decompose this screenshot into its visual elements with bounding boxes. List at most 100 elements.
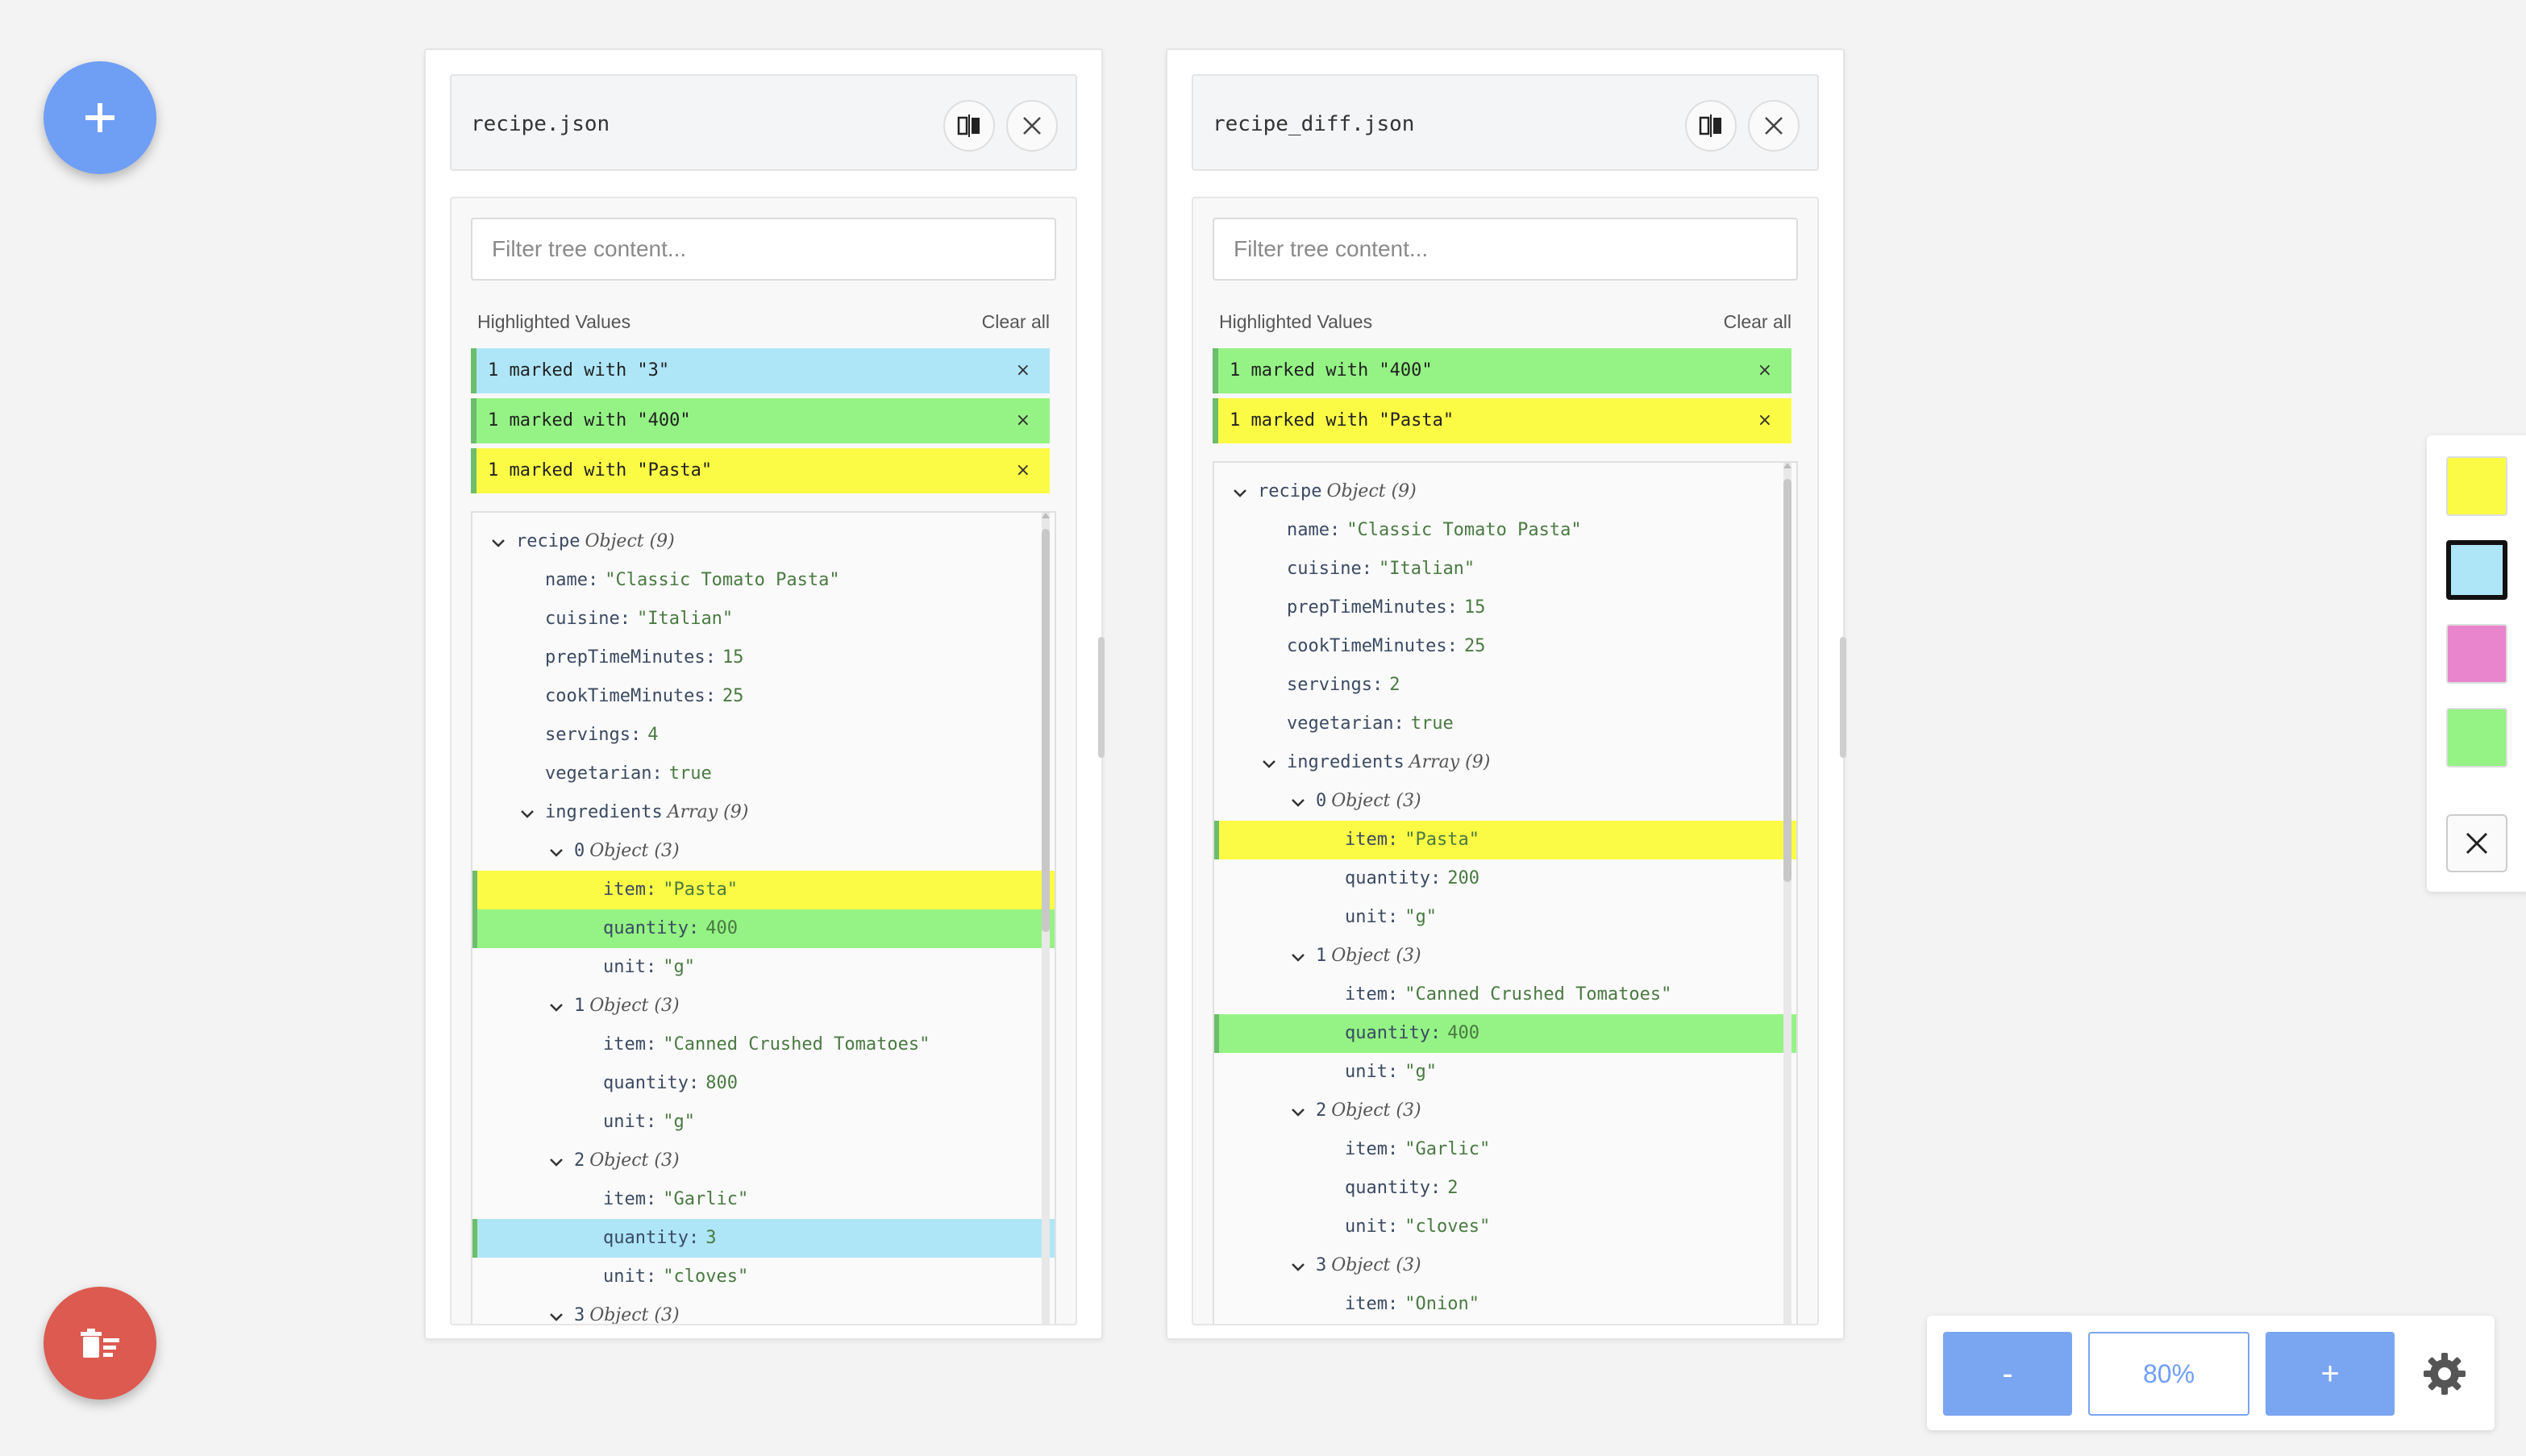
- remove-highlight-button[interactable]: ×: [1758, 398, 1772, 443]
- tree-value[interactable]: "Canned Crushed Tomatoes": [663, 1034, 930, 1055]
- tree-leaf[interactable]: unit: "g": [1214, 898, 1796, 937]
- swatch-green[interactable]: [2446, 708, 2507, 768]
- tree-value[interactable]: 3: [705, 1228, 716, 1248]
- tree-leaf[interactable]: prepTimeMinutes: 15: [472, 639, 1055, 677]
- swatch-blue[interactable]: [2446, 540, 2507, 600]
- tree-value[interactable]: "g": [663, 957, 695, 977]
- tree-scrollbar[interactable]: [1783, 463, 1792, 1324]
- tree-value[interactable]: "g": [1404, 1062, 1437, 1082]
- tree-node-expandable[interactable]: 3 Object (3): [1214, 1246, 1796, 1285]
- close-palette-button[interactable]: [2446, 814, 2507, 872]
- tree-leaf[interactable]: quantity: 400: [1214, 1014, 1796, 1053]
- tree-node-expandable[interactable]: recipe Object (9): [1214, 472, 1796, 511]
- tree-leaf[interactable]: cuisine: "Italian": [472, 600, 1055, 639]
- tree-value[interactable]: 25: [1464, 636, 1486, 656]
- tree-leaf[interactable]: servings: 2: [1214, 666, 1796, 705]
- tree-node-expandable[interactable]: 0 Object (3): [472, 832, 1055, 871]
- chevron-down-icon[interactable]: [1290, 1259, 1306, 1275]
- tree-value[interactable]: "g": [663, 1112, 695, 1132]
- tree-node-expandable[interactable]: 1 Object (3): [1214, 937, 1796, 976]
- scroll-thumb[interactable]: [1042, 529, 1050, 932]
- chevron-down-icon[interactable]: [1261, 756, 1277, 772]
- filter-input[interactable]: [471, 218, 1056, 281]
- tree-value[interactable]: true: [1411, 713, 1454, 734]
- tree-value[interactable]: "Classic Tomato Pasta": [605, 570, 839, 590]
- tree-value[interactable]: "Garlic": [1404, 1139, 1490, 1159]
- zoom-out-button[interactable]: -: [1943, 1332, 2072, 1416]
- tree-value[interactable]: 15: [722, 647, 744, 668]
- tree-leaf[interactable]: item: "Garlic": [1214, 1130, 1796, 1169]
- tree-value[interactable]: "cloves": [663, 1267, 748, 1287]
- gear-icon[interactable]: [2420, 1350, 2469, 1398]
- compare-button[interactable]: [943, 100, 995, 152]
- tree-leaf[interactable]: name: "Classic Tomato Pasta": [472, 561, 1055, 600]
- tree-value[interactable]: 400: [705, 918, 738, 938]
- tree-leaf[interactable]: cuisine: "Italian": [1214, 550, 1796, 589]
- tree-value[interactable]: "g": [1404, 907, 1437, 927]
- remove-highlight-button[interactable]: ×: [1758, 348, 1772, 393]
- clear-all-files-button[interactable]: [44, 1287, 156, 1400]
- scroll-thumb[interactable]: [1783, 479, 1792, 882]
- close-file-button[interactable]: [1748, 100, 1800, 152]
- remove-highlight-button[interactable]: ×: [1016, 398, 1030, 443]
- tree-leaf[interactable]: prepTimeMinutes: 15: [1214, 589, 1796, 627]
- tree-leaf[interactable]: quantity: 800: [472, 1064, 1055, 1103]
- tree-value[interactable]: true: [669, 763, 712, 784]
- tree-leaf[interactable]: unit: "cloves": [472, 1258, 1055, 1296]
- chevron-down-icon[interactable]: [1290, 950, 1306, 966]
- tree-leaf[interactable]: item: "Onion": [1214, 1285, 1796, 1324]
- tree-leaf[interactable]: item: "Garlic": [472, 1180, 1055, 1219]
- compare-button[interactable]: [1685, 100, 1737, 152]
- tree-value[interactable]: 400: [1447, 1023, 1479, 1043]
- add-file-button[interactable]: [44, 61, 156, 174]
- tree-leaf[interactable]: quantity: 200: [1214, 859, 1796, 898]
- tree-leaf[interactable]: quantity: 400: [472, 909, 1055, 948]
- remove-highlight-button[interactable]: ×: [1016, 348, 1030, 393]
- panel-resize-handle[interactable]: [1840, 637, 1846, 758]
- tree-value[interactable]: "Canned Crushed Tomatoes": [1404, 984, 1671, 1005]
- tree-node-expandable[interactable]: 1 Object (3): [472, 987, 1055, 1025]
- tree-value[interactable]: "Classic Tomato Pasta": [1346, 520, 1581, 540]
- tree-scrollbar[interactable]: [1042, 513, 1050, 1324]
- chevron-down-icon[interactable]: [1290, 795, 1306, 811]
- tree-value[interactable]: "Italian": [1379, 559, 1475, 579]
- tree-leaf[interactable]: item: "Canned Crushed Tomatoes": [472, 1025, 1055, 1064]
- tree-value[interactable]: "Italian": [637, 609, 733, 629]
- tree-node-expandable[interactable]: ingredients Array (9): [1214, 743, 1796, 782]
- tree-leaf[interactable]: unit: "g": [472, 1103, 1055, 1142]
- scroll-up-arrow[interactable]: [1042, 513, 1050, 518]
- chevron-down-icon[interactable]: [548, 1309, 564, 1325]
- tree-leaf[interactable]: servings: 4: [472, 716, 1055, 755]
- tree-leaf[interactable]: vegetarian: true: [472, 755, 1055, 793]
- tree-value[interactable]: 25: [722, 686, 744, 706]
- clear-all-highlights-button[interactable]: Clear all: [982, 311, 1050, 333]
- chevron-down-icon[interactable]: [548, 1154, 564, 1171]
- chevron-down-icon[interactable]: [519, 806, 535, 822]
- tree-leaf[interactable]: cookTimeMinutes: 25: [472, 677, 1055, 716]
- tree-value[interactable]: "Pasta": [1404, 830, 1479, 850]
- tree-node-expandable[interactable]: 2 Object (3): [1214, 1092, 1796, 1130]
- swatch-pink[interactable]: [2446, 624, 2507, 684]
- tree-node-expandable[interactable]: 3 Object (3): [472, 1296, 1055, 1325]
- panel-resize-handle[interactable]: [1098, 637, 1105, 758]
- tree-value[interactable]: 15: [1464, 597, 1486, 618]
- tree-value[interactable]: "Pasta": [663, 880, 738, 900]
- tree-leaf[interactable]: item: "Canned Crushed Tomatoes": [1214, 976, 1796, 1014]
- tree-value[interactable]: 2: [1389, 675, 1400, 695]
- tree-leaf[interactable]: name: "Classic Tomato Pasta": [1214, 511, 1796, 550]
- tree-value[interactable]: 2: [1447, 1178, 1458, 1198]
- chevron-down-icon[interactable]: [1232, 485, 1248, 501]
- clear-all-highlights-button[interactable]: Clear all: [1724, 311, 1792, 333]
- tree-leaf[interactable]: unit: "cloves": [1214, 1208, 1796, 1246]
- tree-leaf[interactable]: cookTimeMinutes: 25: [1214, 627, 1796, 666]
- tree-leaf[interactable]: unit: "g": [472, 948, 1055, 987]
- chevron-down-icon[interactable]: [548, 1000, 564, 1016]
- scroll-up-arrow[interactable]: [1783, 463, 1792, 468]
- tree-leaf[interactable]: item: "Pasta": [472, 871, 1055, 909]
- tree-value[interactable]: "cloves": [1404, 1217, 1490, 1237]
- tree-value[interactable]: "Garlic": [663, 1189, 748, 1209]
- chevron-down-icon[interactable]: [1290, 1104, 1306, 1121]
- remove-highlight-button[interactable]: ×: [1016, 448, 1030, 493]
- close-file-button[interactable]: [1006, 100, 1058, 152]
- zoom-in-button[interactable]: +: [2266, 1332, 2395, 1416]
